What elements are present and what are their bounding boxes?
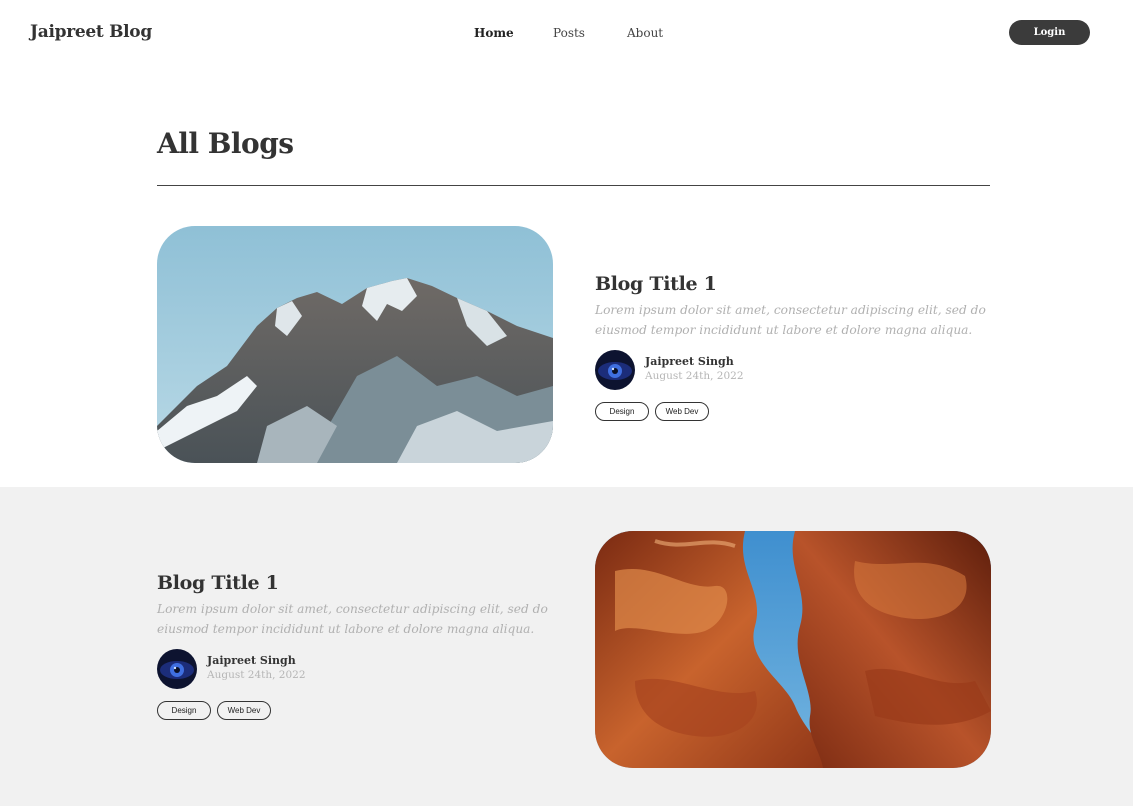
post-image-canyon[interactable] — [595, 531, 991, 768]
eye-avatar-icon — [595, 350, 635, 390]
post-title[interactable]: Blog Title 1 — [595, 270, 995, 298]
post-excerpt: Lorem ipsum dolor sit amet, consectetur … — [157, 602, 548, 636]
post-title[interactable]: Blog Title 1 — [157, 569, 557, 597]
post-card-1: Blog Title 1 Lorem ipsum dolor sit amet,… — [595, 270, 995, 421]
post-tags: Design Web Dev — [595, 402, 995, 421]
post-author: Jaipreet Singh August 24th, 2022 — [595, 350, 995, 390]
author-name: Jaipreet Singh — [207, 654, 296, 667]
tag-design[interactable]: Design — [595, 402, 649, 421]
login-button[interactable]: Login — [1009, 20, 1090, 45]
page-title: All Blogs — [157, 127, 294, 160]
tag-web-dev[interactable]: Web Dev — [655, 402, 709, 421]
site-header: Jaipreet Blog Home Posts About Login — [0, 0, 1133, 66]
post-card-2: Blog Title 1 Lorem ipsum dolor sit amet,… — [157, 569, 557, 720]
post-excerpt: Lorem ipsum dolor sit amet, consectetur … — [595, 303, 986, 337]
post-author: Jaipreet Singh August 24th, 2022 — [157, 649, 557, 689]
tag-web-dev[interactable]: Web Dev — [217, 701, 271, 720]
post-tags: Design Web Dev — [157, 701, 557, 720]
page: Jaipreet Blog Home Posts About Login All… — [0, 0, 1133, 806]
post-image-mountain[interactable] — [157, 226, 553, 463]
title-divider — [157, 185, 990, 186]
tag-design[interactable]: Design — [157, 701, 211, 720]
author-name: Jaipreet Singh — [645, 355, 734, 368]
main-nav: Home Posts About — [0, 26, 1133, 42]
nav-about[interactable]: About — [627, 26, 663, 40]
avatar — [157, 649, 197, 689]
post-date: August 24th, 2022 — [207, 669, 306, 681]
post-date: August 24th, 2022 — [645, 370, 744, 382]
nav-posts[interactable]: Posts — [553, 26, 585, 40]
avatar — [595, 350, 635, 390]
eye-avatar-icon — [157, 649, 197, 689]
canyon-image — [595, 531, 991, 768]
nav-home[interactable]: Home — [474, 26, 514, 40]
mountain-image — [157, 226, 553, 463]
